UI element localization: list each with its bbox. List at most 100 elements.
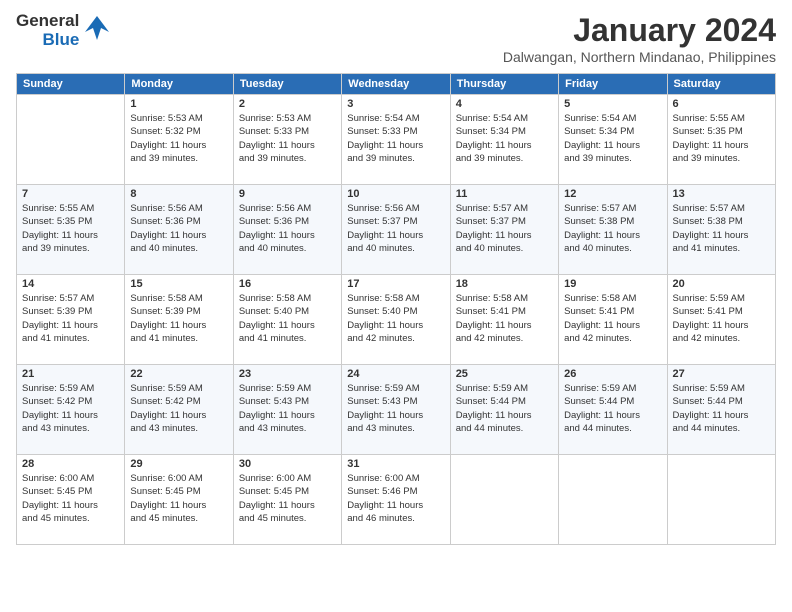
day-number: 28: [22, 458, 119, 470]
day-info: Sunrise: 5:57 AM Sunset: 5:39 PM Dayligh…: [22, 292, 119, 345]
day-number: 13: [673, 188, 770, 200]
day-info: Sunrise: 5:53 AM Sunset: 5:33 PM Dayligh…: [239, 112, 336, 165]
logo: General Blue: [16, 12, 111, 49]
day-number: 7: [22, 188, 119, 200]
day-info: Sunrise: 5:59 AM Sunset: 5:41 PM Dayligh…: [673, 292, 770, 345]
day-number: 17: [347, 278, 444, 290]
day-number: 21: [22, 368, 119, 380]
day-number: 16: [239, 278, 336, 290]
day-info: Sunrise: 5:57 AM Sunset: 5:38 PM Dayligh…: [564, 202, 661, 255]
month-year-title: January 2024: [503, 12, 776, 49]
col-friday: Friday: [559, 74, 667, 95]
day-number: 15: [130, 278, 227, 290]
day-info: Sunrise: 5:56 AM Sunset: 5:36 PM Dayligh…: [130, 202, 227, 255]
table-row: 18 Sunrise: 5:58 AM Sunset: 5:41 PM Dayli…: [450, 275, 558, 365]
table-row: 26Sunrise: 5:59 AM Sunset: 5:44 PM Dayli…: [559, 365, 667, 455]
table-row: 24 Sunrise: 5:59 AM Sunset: 5:43 PM Dayli…: [342, 365, 450, 455]
table-row: 23 Sunrise: 5:59 AM Sunset: 5:43 PM Dayli…: [233, 365, 341, 455]
day-number: 29: [130, 458, 227, 470]
day-number: 27: [673, 368, 770, 380]
col-saturday: Saturday: [667, 74, 775, 95]
table-row: [559, 455, 667, 545]
table-row: 17 Sunrise: 5:58 AM Sunset: 5:40 PM Dayli…: [342, 275, 450, 365]
calendar-week-row: 28 Sunrise: 6:00 AM Sunset: 5:45 PM Dayli…: [17, 455, 776, 545]
table-row: 6 Sunrise: 5:55 AM Sunset: 5:35 PM Daylig…: [667, 95, 775, 185]
table-row: 31Sunrise: 6:00 AM Sunset: 5:46 PM Dayli…: [342, 455, 450, 545]
day-number: 3: [347, 98, 444, 110]
table-row: 2 Sunrise: 5:53 AM Sunset: 5:33 PM Daylig…: [233, 95, 341, 185]
day-info: Sunrise: 5:57 AM Sunset: 5:37 PM Dayligh…: [456, 202, 553, 255]
table-row: 27 Sunrise: 5:59 AM Sunset: 5:44 PM Dayli…: [667, 365, 775, 455]
calendar-header-row: Sunday Monday Tuesday Wednesday Thursday…: [17, 74, 776, 95]
day-number: 18: [456, 278, 553, 290]
day-number: 6: [673, 98, 770, 110]
table-row: 25 Sunrise: 5:59 AM Sunset: 5:44 PM Dayli…: [450, 365, 558, 455]
calendar-week-row: 1 Sunrise: 5:53 AM Sunset: 5:32 PM Daylig…: [17, 95, 776, 185]
day-number: 1: [130, 98, 227, 110]
day-info: Sunrise: 5:56 AM Sunset: 5:37 PM Dayligh…: [347, 202, 444, 255]
day-info: Sunrise: 5:54 AM Sunset: 5:33 PM Dayligh…: [347, 112, 444, 165]
title-section: January 2024 Dalwangan, Northern Mindana…: [503, 12, 776, 65]
table-row: [17, 95, 125, 185]
day-number: 9: [239, 188, 336, 200]
day-number: 8: [130, 188, 227, 200]
calendar-week-row: 21 Sunrise: 5:59 AM Sunset: 5:42 PM Dayli…: [17, 365, 776, 455]
day-info: Sunrise: 5:58 AM Sunset: 5:40 PM Dayligh…: [347, 292, 444, 345]
table-row: [667, 455, 775, 545]
table-row: [450, 455, 558, 545]
day-info: Sunrise: 5:57 AM Sunset: 5:38 PM Dayligh…: [673, 202, 770, 255]
day-number: 26: [564, 368, 661, 380]
day-info: Sunrise: 5:58 AM Sunset: 5:40 PM Dayligh…: [239, 292, 336, 345]
day-info: Sunrise: 5:59 AM Sunset: 5:44 PM Dayligh…: [673, 382, 770, 435]
table-row: 8 Sunrise: 5:56 AM Sunset: 5:36 PM Daylig…: [125, 185, 233, 275]
day-info: Sunrise: 5:58 AM Sunset: 5:39 PM Dayligh…: [130, 292, 227, 345]
day-info: Sunrise: 5:55 AM Sunset: 5:35 PM Dayligh…: [673, 112, 770, 165]
table-row: 13 Sunrise: 5:57 AM Sunset: 5:38 PM Dayli…: [667, 185, 775, 275]
calendar-week-row: 14Sunrise: 5:57 AM Sunset: 5:39 PM Dayli…: [17, 275, 776, 365]
day-info: Sunrise: 5:54 AM Sunset: 5:34 PM Dayligh…: [564, 112, 661, 165]
table-row: 30Sunrise: 6:00 AM Sunset: 5:45 PM Dayli…: [233, 455, 341, 545]
day-number: 24: [347, 368, 444, 380]
day-number: 25: [456, 368, 553, 380]
table-row: 20 Sunrise: 5:59 AM Sunset: 5:41 PM Dayli…: [667, 275, 775, 365]
day-info: Sunrise: 6:00 AM Sunset: 5:45 PM Dayligh…: [130, 472, 227, 525]
table-row: 14Sunrise: 5:57 AM Sunset: 5:39 PM Dayli…: [17, 275, 125, 365]
table-row: 28 Sunrise: 6:00 AM Sunset: 5:45 PM Dayli…: [17, 455, 125, 545]
day-number: 22: [130, 368, 227, 380]
day-number: 19: [564, 278, 661, 290]
day-info: Sunrise: 5:58 AM Sunset: 5:41 PM Dayligh…: [456, 292, 553, 345]
table-row: 7Sunrise: 5:55 AM Sunset: 5:35 PM Daylig…: [17, 185, 125, 275]
day-info: Sunrise: 6:00 AM Sunset: 5:45 PM Dayligh…: [22, 472, 119, 525]
table-row: 21 Sunrise: 5:59 AM Sunset: 5:42 PM Dayli…: [17, 365, 125, 455]
table-row: 10Sunrise: 5:56 AM Sunset: 5:37 PM Dayli…: [342, 185, 450, 275]
table-row: 9Sunrise: 5:56 AM Sunset: 5:36 PM Daylig…: [233, 185, 341, 275]
table-row: 4 Sunrise: 5:54 AM Sunset: 5:34 PM Daylig…: [450, 95, 558, 185]
day-info: Sunrise: 5:59 AM Sunset: 5:44 PM Dayligh…: [456, 382, 553, 435]
day-number: 5: [564, 98, 661, 110]
col-thursday: Thursday: [450, 74, 558, 95]
table-row: 15 Sunrise: 5:58 AM Sunset: 5:39 PM Dayli…: [125, 275, 233, 365]
day-info: Sunrise: 6:00 AM Sunset: 5:46 PM Dayligh…: [347, 472, 444, 525]
table-row: 22Sunrise: 5:59 AM Sunset: 5:42 PM Dayli…: [125, 365, 233, 455]
day-info: Sunrise: 5:59 AM Sunset: 5:43 PM Dayligh…: [239, 382, 336, 435]
table-row: 19Sunrise: 5:58 AM Sunset: 5:41 PM Dayli…: [559, 275, 667, 365]
header: General Blue January 2024 Dalwangan, Nor…: [16, 12, 776, 65]
day-info: Sunrise: 5:59 AM Sunset: 5:42 PM Dayligh…: [22, 382, 119, 435]
table-row: 5 Sunrise: 5:54 AM Sunset: 5:34 PM Daylig…: [559, 95, 667, 185]
day-number: 2: [239, 98, 336, 110]
day-number: 30: [239, 458, 336, 470]
day-info: Sunrise: 5:54 AM Sunset: 5:34 PM Dayligh…: [456, 112, 553, 165]
col-wednesday: Wednesday: [342, 74, 450, 95]
table-row: 12Sunrise: 5:57 AM Sunset: 5:38 PM Dayli…: [559, 185, 667, 275]
day-number: 4: [456, 98, 553, 110]
day-number: 20: [673, 278, 770, 290]
day-number: 11: [456, 188, 553, 200]
day-number: 23: [239, 368, 336, 380]
day-info: Sunrise: 5:59 AM Sunset: 5:43 PM Dayligh…: [347, 382, 444, 435]
location-subtitle: Dalwangan, Northern Mindanao, Philippine…: [503, 49, 776, 65]
col-sunday: Sunday: [17, 74, 125, 95]
day-info: Sunrise: 5:53 AM Sunset: 5:32 PM Dayligh…: [130, 112, 227, 165]
calendar-table: Sunday Monday Tuesday Wednesday Thursday…: [16, 73, 776, 545]
table-row: 1 Sunrise: 5:53 AM Sunset: 5:32 PM Daylig…: [125, 95, 233, 185]
table-row: 16 Sunrise: 5:58 AM Sunset: 5:40 PM Dayli…: [233, 275, 341, 365]
